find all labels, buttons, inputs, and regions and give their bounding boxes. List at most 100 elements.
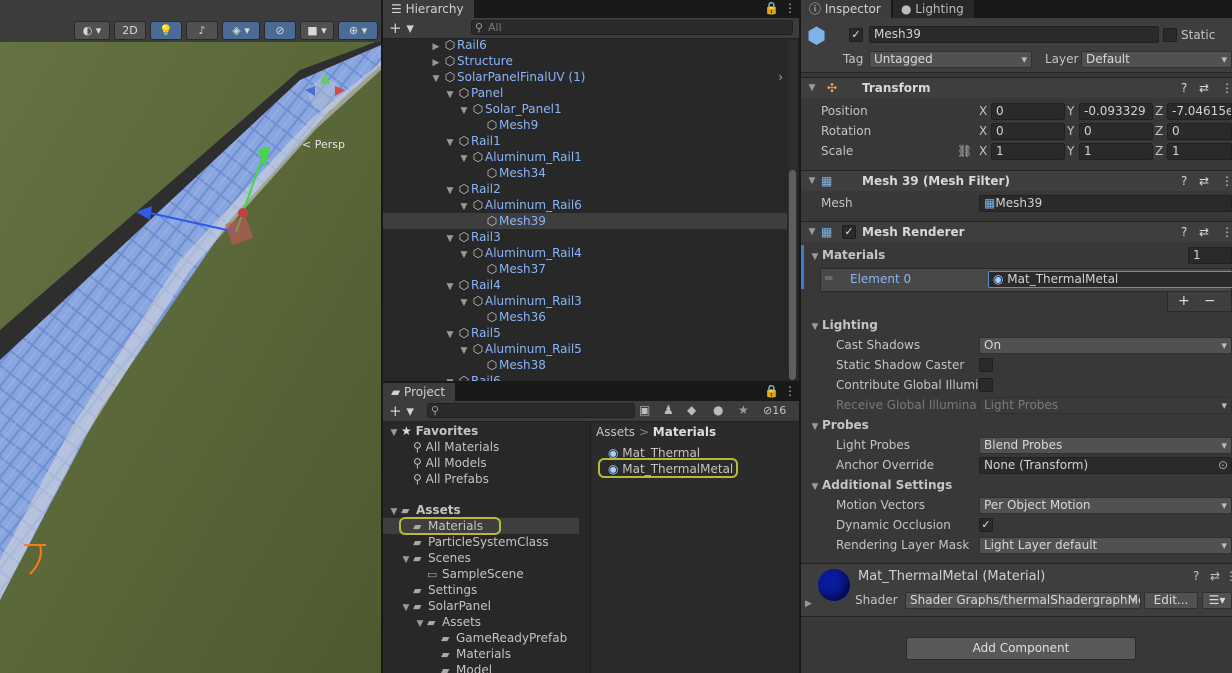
- persp-label[interactable]: < Persp: [302, 138, 345, 151]
- folder-solarpanel[interactable]: ▼ ▰ SolarPanel: [399, 598, 491, 614]
- rotation-x-field[interactable]: 0: [991, 123, 1065, 140]
- active-checkbox[interactable]: ✓: [849, 28, 863, 42]
- add-component-button[interactable]: Add Component: [906, 637, 1136, 660]
- favorite-star-icon[interactable]: ★: [738, 403, 749, 417]
- component-menu-icon[interactable]: ⋮: [1225, 569, 1232, 583]
- rotation-y-axis-label[interactable]: Y: [1067, 122, 1074, 140]
- presets-icon[interactable]: ⇄: [1199, 222, 1209, 242]
- presets-icon[interactable]: ⇄: [1210, 569, 1220, 583]
- component-menu-icon[interactable]: ⋮: [1221, 78, 1232, 98]
- scale-x-axis-label[interactable]: X: [979, 142, 987, 160]
- camera-dropdown-icon[interactable]: ■ ▾: [300, 21, 334, 40]
- scene-viewport[interactable]: [0, 0, 381, 673]
- lock-icon[interactable]: 🔒: [764, 1, 779, 15]
- tab-inspector[interactable]: ⓘ Inspector: [801, 0, 891, 18]
- hierarchy-row[interactable]: ▼ ⬡ Aluminum_Rail4: [383, 245, 787, 261]
- hidden-objects-icon[interactable]: ⊘: [264, 21, 296, 40]
- position-x-field[interactable]: 0: [991, 103, 1065, 120]
- effects-dropdown-icon[interactable]: ◈ ▾: [222, 21, 260, 40]
- hierarchy-row[interactable]: ▶ ⬡ Structure: [383, 53, 787, 69]
- tab-lighting[interactable]: ● Lighting: [893, 0, 974, 18]
- scale-y-axis-label[interactable]: Y: [1067, 142, 1074, 160]
- panel-divider[interactable]: [381, 0, 383, 673]
- 2d-toggle-button[interactable]: 2D: [114, 21, 146, 40]
- tab-hierarchy[interactable]: ☰ Hierarchy: [383, 0, 474, 18]
- audio-toggle-icon[interactable]: ♪: [186, 21, 218, 40]
- assets-header[interactable]: ▼ ▰ Assets: [387, 502, 461, 518]
- prefab-open-arrow-icon[interactable]: ›: [778, 69, 783, 85]
- transform-header[interactable]: ▼ ✣ Transform ? ⇄ ⋮: [801, 77, 1232, 98]
- drag-handle-icon[interactable]: ═: [825, 271, 832, 285]
- hierarchy-row[interactable]: ⬡ Mesh37: [383, 261, 787, 277]
- object-name-field[interactable]: Mesh39: [869, 26, 1159, 43]
- hierarchy-row[interactable]: ▼ ⬡ Solar_Panel1: [383, 101, 787, 117]
- component-menu-icon[interactable]: ⋮: [1221, 222, 1232, 242]
- material-header[interactable]: ▶ Mat_ThermalMetal (Material) ? ⇄ ⋮ Shad…: [801, 563, 1232, 617]
- additional-settings-foldout[interactable]: ▼ Additional Settings: [808, 476, 953, 496]
- hierarchy-row[interactable]: ▼ ⬡ Rail3: [383, 229, 787, 245]
- search-by-scene-icon[interactable]: ♟: [663, 403, 674, 417]
- project-search-input[interactable]: ⚲: [427, 403, 635, 418]
- hierarchy-row[interactable]: ▼ ⬡ Aluminum_Rail3: [383, 293, 787, 309]
- breadcrumb-materials[interactable]: Materials: [653, 425, 716, 439]
- lighting-toggle-icon[interactable]: 💡: [150, 21, 182, 40]
- contribute-gi-checkbox[interactable]: [979, 378, 993, 392]
- warning-filter-icon[interactable]: ●: [713, 403, 723, 417]
- fav-all-prefabs[interactable]: ⚲ All Prefabs: [413, 471, 489, 487]
- hierarchy-row[interactable]: ⬡ Mesh34: [383, 165, 787, 181]
- folder-gamereadyprefab[interactable]: ▰ GameReadyPrefab: [441, 630, 567, 646]
- probes-foldout[interactable]: ▼ Probes: [808, 416, 869, 436]
- fav-all-models[interactable]: ⚲ All Models: [413, 455, 487, 471]
- hierarchy-row[interactable]: ▼ ⬡ Rail4: [383, 277, 787, 293]
- create-dropdown-icon[interactable]: + ▾: [389, 402, 414, 420]
- element-0-material-field[interactable]: ◉ Mat_ThermalMetal: [988, 271, 1232, 288]
- component-menu-icon[interactable]: ⋮: [1221, 171, 1232, 191]
- position-y-axis-label[interactable]: Y: [1067, 102, 1074, 120]
- constrain-proportions-icon[interactable]: ⛓: [957, 143, 972, 159]
- hierarchy-search-input[interactable]: ⚲ All: [471, 20, 793, 35]
- expand-caret-icon[interactable]: ▼: [443, 375, 457, 381]
- breadcrumb-assets[interactable]: Assets: [596, 425, 635, 439]
- hierarchy-row[interactable]: ▼ ⬡ Aluminum_Rail1: [383, 149, 787, 165]
- create-dropdown-icon[interactable]: + ▾: [389, 19, 414, 37]
- layer-dropdown[interactable]: Default: [1081, 51, 1232, 68]
- more-options-icon[interactable]: ⋮: [784, 1, 796, 15]
- folder-materials[interactable]: ▰ Materials: [413, 518, 483, 534]
- hierarchy-row[interactable]: ▼⬡Rail6: [383, 373, 787, 381]
- search-by-type-icon[interactable]: ▣: [639, 403, 650, 417]
- scale-z-axis-label[interactable]: Z: [1155, 142, 1163, 160]
- folder-solarpanel-assets[interactable]: ▼ ▰ Assets: [413, 614, 482, 630]
- help-icon[interactable]: ?: [1181, 171, 1187, 191]
- position-x-axis-label[interactable]: X: [979, 102, 987, 120]
- help-icon[interactable]: ?: [1181, 222, 1187, 242]
- position-z-axis-label[interactable]: Z: [1155, 102, 1163, 120]
- expand-caret-icon[interactable]: ▶: [805, 599, 812, 609]
- hierarchy-row-selected[interactable]: ⬡ Mesh39: [383, 213, 787, 229]
- light-probes-dropdown[interactable]: Blend Probes: [979, 437, 1232, 454]
- gizmos-dropdown-icon[interactable]: ⊕ ▾: [338, 21, 378, 40]
- hierarchy-row[interactable]: ▼ ⬡ Aluminum_Rail5: [383, 341, 787, 357]
- rotation-x-axis-label[interactable]: X: [979, 122, 987, 140]
- presets-icon[interactable]: ⇄: [1199, 78, 1209, 98]
- lighting-foldout[interactable]: ▼ Lighting: [808, 316, 878, 336]
- scale-x-field[interactable]: 1: [991, 143, 1065, 160]
- motion-vectors-dropdown[interactable]: Per Object Motion: [979, 497, 1232, 514]
- panel-divider[interactable]: [799, 0, 801, 673]
- scale-y-field[interactable]: 1: [1079, 143, 1153, 160]
- folder-scenes[interactable]: ▼ ▰ Scenes: [399, 550, 471, 566]
- folder-samplescene[interactable]: ▭ SampleScene: [427, 566, 524, 582]
- object-picker-icon[interactable]: ⊙: [1218, 458, 1228, 473]
- help-icon[interactable]: ?: [1181, 78, 1187, 98]
- hidden-packages-count[interactable]: ⊘16: [763, 404, 786, 417]
- mesh-renderer-header[interactable]: ▼ ▦ ✓ Mesh Renderer ? ⇄ ⋮: [801, 221, 1232, 242]
- mesh-filter-header[interactable]: ▼ ▦ Mesh 39 (Mesh Filter) ? ⇄ ⋮: [801, 170, 1232, 191]
- tag-dropdown[interactable]: Untagged: [869, 51, 1032, 68]
- lock-icon[interactable]: 🔒: [764, 384, 779, 398]
- fav-all-materials[interactable]: ⚲ All Materials: [413, 439, 499, 455]
- folder-settings[interactable]: ▰ Settings: [413, 582, 477, 598]
- rendering-layer-mask-dropdown[interactable]: Light Layer default: [979, 537, 1232, 554]
- hierarchy-row[interactable]: ⬡ Mesh38: [383, 357, 787, 373]
- hierarchy-row[interactable]: ▼ ⬡ Panel: [383, 85, 787, 101]
- scale-z-field[interactable]: 1: [1167, 143, 1232, 160]
- label-filter-icon[interactable]: ◆: [687, 403, 696, 417]
